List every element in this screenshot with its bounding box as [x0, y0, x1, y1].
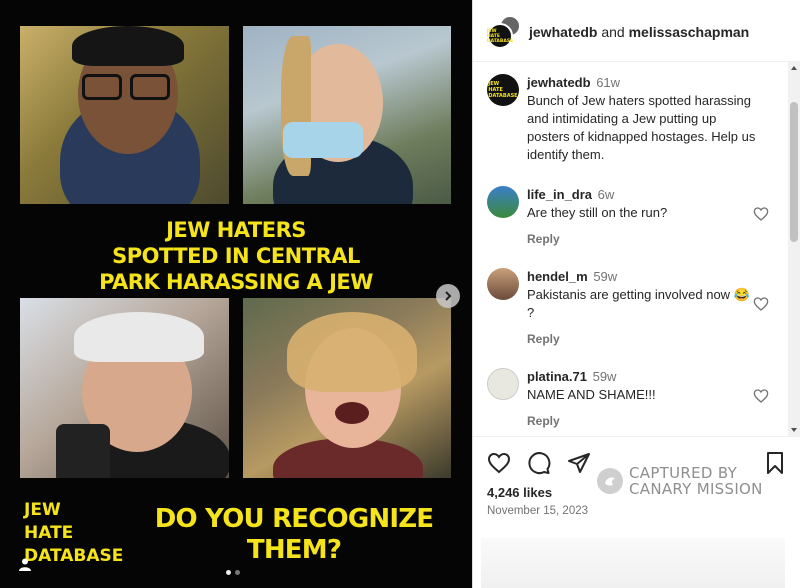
post-header: JEW HATE DATABASE jewhatedb and melissasch… [473, 0, 800, 62]
comment-username[interactable]: life_in_dra [527, 187, 592, 202]
collab-avatars[interactable]: JEW HATE DATABASE [487, 15, 521, 49]
scroll-up-icon[interactable] [791, 66, 797, 70]
avatar[interactable]: JEW HATE DATABASE [487, 74, 519, 106]
user-tag-icon[interactable] [18, 557, 32, 571]
caption-text: Bunch of Jew haters spotted harassing an… [527, 93, 756, 162]
comment-scrollbar[interactable] [788, 62, 800, 436]
comment-icon[interactable] [527, 451, 551, 475]
avatar[interactable] [487, 368, 519, 400]
watermark-line2: CANARY MISSION [629, 480, 763, 498]
media-logo: JEW HATE DATABASE [24, 500, 124, 566]
photo-top-left [20, 26, 229, 204]
avatar[interactable] [487, 186, 519, 218]
heart-icon[interactable] [753, 388, 769, 404]
watermark: CAPTURED BY CANARY MISSION [597, 465, 763, 497]
reply-button[interactable]: Reply [527, 330, 757, 348]
carousel-dots [226, 570, 240, 575]
list-item: life_in_dra 6w Are they still on the run… [487, 186, 777, 246]
bookmark-icon[interactable] [763, 451, 787, 475]
caption-age: 61w [596, 75, 621, 90]
photo-bottom-left [20, 298, 229, 478]
comment-text: Are they still on the run? [527, 205, 668, 220]
post-date: November 15, 2023 [487, 505, 589, 517]
comment-age: 59w [592, 369, 617, 384]
avatar: JEW HATE DATABASE [487, 23, 513, 49]
comment-list[interactable]: JEW HATE DATABASE jewhatedb 61w Bunch of J… [473, 62, 800, 436]
avatar-logo: JEW HATE DATABASE [488, 81, 518, 99]
post-panel: JEW HATE DATABASE jewhatedb and melissasch… [472, 0, 800, 588]
media-call-to-action: DO YOU RECOGNIZE THEM? [154, 504, 434, 565]
carousel-dot-active [226, 570, 231, 575]
heart-icon[interactable] [487, 451, 511, 475]
avatar[interactable] [487, 268, 519, 300]
comment-username[interactable]: hendel_m [527, 269, 588, 284]
comment-age: 59w [593, 269, 618, 284]
list-item: platina.71 59w NAME AND SHAME!!! Reply [487, 368, 777, 428]
post-authors: jewhatedb and melissaschapman [529, 24, 749, 40]
reply-button[interactable]: Reply [527, 412, 757, 430]
author-and: and [601, 24, 625, 40]
heart-icon[interactable] [753, 296, 769, 312]
caption: JEW HATE DATABASE jewhatedb 61w Bunch of J… [487, 74, 777, 174]
photo-bottom-right [243, 298, 451, 478]
scroll-thumb[interactable] [790, 102, 798, 242]
media-headline: JEW HATERS SPOTTED IN CENTRAL PARK HARAS… [99, 218, 373, 294]
share-icon[interactable] [567, 451, 591, 475]
carousel-dot [235, 570, 240, 575]
carousel-next-button[interactable] [436, 284, 460, 308]
reply-button[interactable]: Reply [527, 230, 757, 248]
caption-username[interactable]: jewhatedb [527, 75, 591, 90]
post-actions: CAPTURED BY CANARY MISSION 4,246 likes N… [473, 436, 800, 536]
list-item: hendel_m 59w Pakistanis are getting invo… [487, 268, 777, 348]
heart-icon[interactable] [753, 206, 769, 222]
avatar-logo: JEW HATE DATABASE [486, 28, 514, 44]
comment-username[interactable]: platina.71 [527, 369, 587, 384]
like-count[interactable]: 4,246 likes [487, 485, 552, 500]
comment-text: NAME AND SHAME!!! [527, 387, 656, 402]
author-link[interactable]: jewhatedb [529, 24, 597, 40]
photo-top-right [243, 26, 451, 204]
chevron-right-icon [445, 291, 452, 301]
scroll-down-icon[interactable] [791, 428, 797, 432]
add-comment-area[interactable] [481, 538, 785, 588]
post-media[interactable]: JEW HATERS SPOTTED IN CENTRAL PARK HARAS… [0, 0, 472, 588]
author-link[interactable]: melissaschapman [629, 24, 750, 40]
comment-age: 6w [597, 187, 615, 202]
watermark-line1: CAPTURED BY [629, 464, 738, 482]
comment-text: Pakistanis are getting involved now 😂 ? [527, 287, 750, 320]
post-viewer: JEW HATERS SPOTTED IN CENTRAL PARK HARAS… [0, 0, 800, 588]
canary-logo-icon [597, 468, 623, 494]
